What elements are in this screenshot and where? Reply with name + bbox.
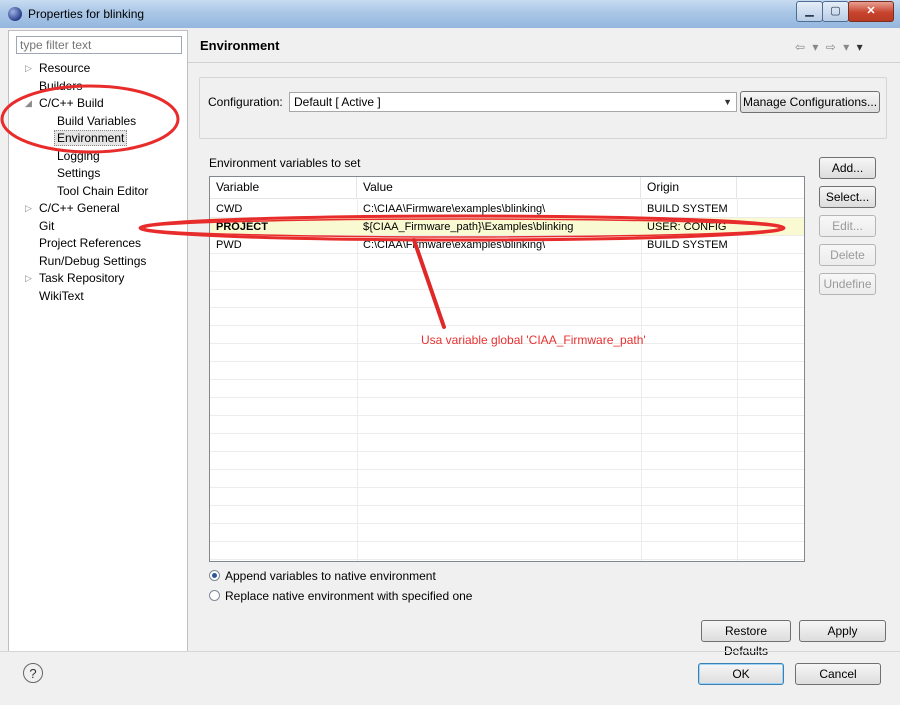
variable-cell: PROJECT: [216, 221, 268, 233]
properties-dialog: Properties for blinking ▁ ▢ ✕ ▷ Resource…: [0, 0, 900, 705]
tree-item-build-variables[interactable]: Build Variables: [57, 113, 136, 130]
table-row-empty: [210, 362, 804, 380]
eclipse-icon: [8, 7, 22, 21]
table-row-empty: [210, 452, 804, 470]
append-radio-label: Append variables to native environment: [225, 569, 436, 583]
tree-item-logging[interactable]: Logging: [57, 148, 100, 165]
table-row-empty: [210, 542, 804, 560]
header-divider: [188, 62, 900, 63]
tree-item-environment[interactable]: Environment: [54, 130, 128, 147]
table-row-highlighted[interactable]: PROJECT ${CIAA_Firmware_path}\Examples\b…: [210, 218, 804, 236]
table-row-empty: [210, 488, 804, 506]
env-variables-table[interactable]: Variable Value Origin CWD C:\CIAA\Firmwa…: [209, 176, 805, 562]
restore-defaults-button[interactable]: Restore Defaults: [701, 620, 791, 658]
column-header-value[interactable]: Value: [357, 177, 641, 198]
value-cell: C:\CIAA\Firmware\examples\blinking\: [363, 239, 546, 251]
close-button[interactable]: ✕: [848, 1, 894, 22]
table-row-empty: [210, 272, 804, 290]
configuration-value: Default [ Active ]: [294, 95, 381, 109]
tree-item-settings[interactable]: Settings: [57, 165, 100, 182]
tree-item-builders[interactable]: Builders: [39, 78, 82, 95]
tree-item-wikitext[interactable]: WikiText: [39, 288, 84, 305]
help-icon[interactable]: ?: [23, 663, 43, 683]
delete-button[interactable]: Delete: [819, 244, 876, 266]
forward-history-dropdown-icon[interactable]: ▾: [843, 40, 851, 54]
add-button[interactable]: Add...: [819, 157, 876, 179]
forward-arrow-icon[interactable]: ⇨: [826, 40, 838, 54]
page-title: Environment: [200, 38, 280, 53]
tree-item-cpp-general[interactable]: ▷ C/C++ General: [25, 200, 120, 217]
table-row-empty: [210, 470, 804, 488]
tree-item-git[interactable]: Git: [39, 218, 54, 235]
origin-cell: BUILD SYSTEM: [647, 239, 728, 251]
table-row[interactable]: CWD C:\CIAA\Firmware\examples\blinking\ …: [210, 200, 804, 218]
back-arrow-icon[interactable]: ⇦: [795, 40, 807, 54]
table-row-empty: [210, 524, 804, 542]
collapse-arrow-icon[interactable]: ◢: [25, 95, 32, 112]
table-row-empty: [210, 254, 804, 272]
table-row-empty: [210, 416, 804, 434]
table-row-empty: [210, 380, 804, 398]
view-menu-icon[interactable]: ▾: [857, 40, 865, 54]
table-row-empty: [210, 506, 804, 524]
origin-cell: BUILD SYSTEM: [647, 203, 728, 215]
expand-arrow-icon[interactable]: ▷: [25, 200, 32, 217]
tree-item-project-references[interactable]: Project References: [39, 235, 141, 252]
edit-button[interactable]: Edit...: [819, 215, 876, 237]
radio-selected-icon[interactable]: [209, 570, 220, 581]
tree-item-tool-chain-editor[interactable]: Tool Chain Editor: [57, 183, 148, 200]
value-cell: ${CIAA_Firmware_path}\Examples\blinking: [363, 221, 574, 233]
table-row-empty: [210, 290, 804, 308]
annotation-text: Usa variable global 'CIAA_Firmware_path': [421, 333, 646, 347]
undefine-button[interactable]: Undefine: [819, 273, 876, 295]
page-navigation: ⇦ ▾ ⇨ ▾ ▾: [795, 40, 865, 54]
variable-cell: PWD: [216, 239, 242, 251]
expand-arrow-icon[interactable]: ▷: [25, 270, 32, 287]
sidebar-tree: ▷ Resource Builders ◢ C/C++ Build Build …: [8, 30, 188, 652]
apply-button[interactable]: Apply: [799, 620, 886, 642]
replace-radio-label: Replace native environment with specifie…: [225, 589, 473, 603]
column-header-variable[interactable]: Variable: [210, 177, 357, 198]
configuration-label: Configuration:: [208, 95, 283, 109]
tree-item-cpp-build[interactable]: ◢ C/C++ Build: [25, 95, 104, 112]
table-row-empty: [210, 308, 804, 326]
table-header: Variable Value Origin: [210, 177, 804, 199]
table-row[interactable]: PWD C:\CIAA\Firmware\examples\blinking\ …: [210, 236, 804, 254]
ok-button[interactable]: OK: [698, 663, 784, 685]
tree-item-task-repository[interactable]: ▷ Task Repository: [25, 270, 124, 287]
table-row-empty: [210, 434, 804, 452]
env-table-label: Environment variables to set: [209, 156, 361, 170]
table-row-empty: [210, 398, 804, 416]
configuration-select[interactable]: Default [ Active ] ▼: [289, 92, 737, 112]
minimize-button[interactable]: ▁: [796, 1, 823, 22]
back-history-dropdown-icon[interactable]: ▾: [812, 40, 820, 54]
origin-cell: USER: CONFIG: [647, 221, 727, 233]
value-cell: C:\CIAA\Firmware\examples\blinking\: [363, 203, 546, 215]
footer-divider: [0, 651, 900, 652]
radio-unselected-icon[interactable]: [209, 590, 220, 601]
tree-item-run-debug-settings[interactable]: Run/Debug Settings: [39, 253, 146, 270]
column-header-origin[interactable]: Origin: [641, 177, 737, 198]
chevron-down-icon[interactable]: ▼: [723, 93, 732, 111]
cancel-button[interactable]: Cancel: [795, 663, 881, 685]
select-button[interactable]: Select...: [819, 186, 876, 208]
maximize-button[interactable]: ▢: [822, 1, 849, 22]
tree-item-resource[interactable]: ▷ Resource: [25, 60, 90, 77]
title-bar[interactable]: Properties for blinking ▁ ▢ ✕: [0, 0, 900, 28]
filter-input[interactable]: [16, 36, 182, 54]
manage-configurations-button[interactable]: Manage Configurations...: [740, 91, 880, 113]
window-title: Properties for blinking: [28, 7, 145, 21]
expand-arrow-icon[interactable]: ▷: [25, 60, 32, 77]
variable-cell: CWD: [216, 203, 243, 215]
configuration-group: Configuration: Default [ Active ] ▼ Mana…: [199, 77, 887, 139]
